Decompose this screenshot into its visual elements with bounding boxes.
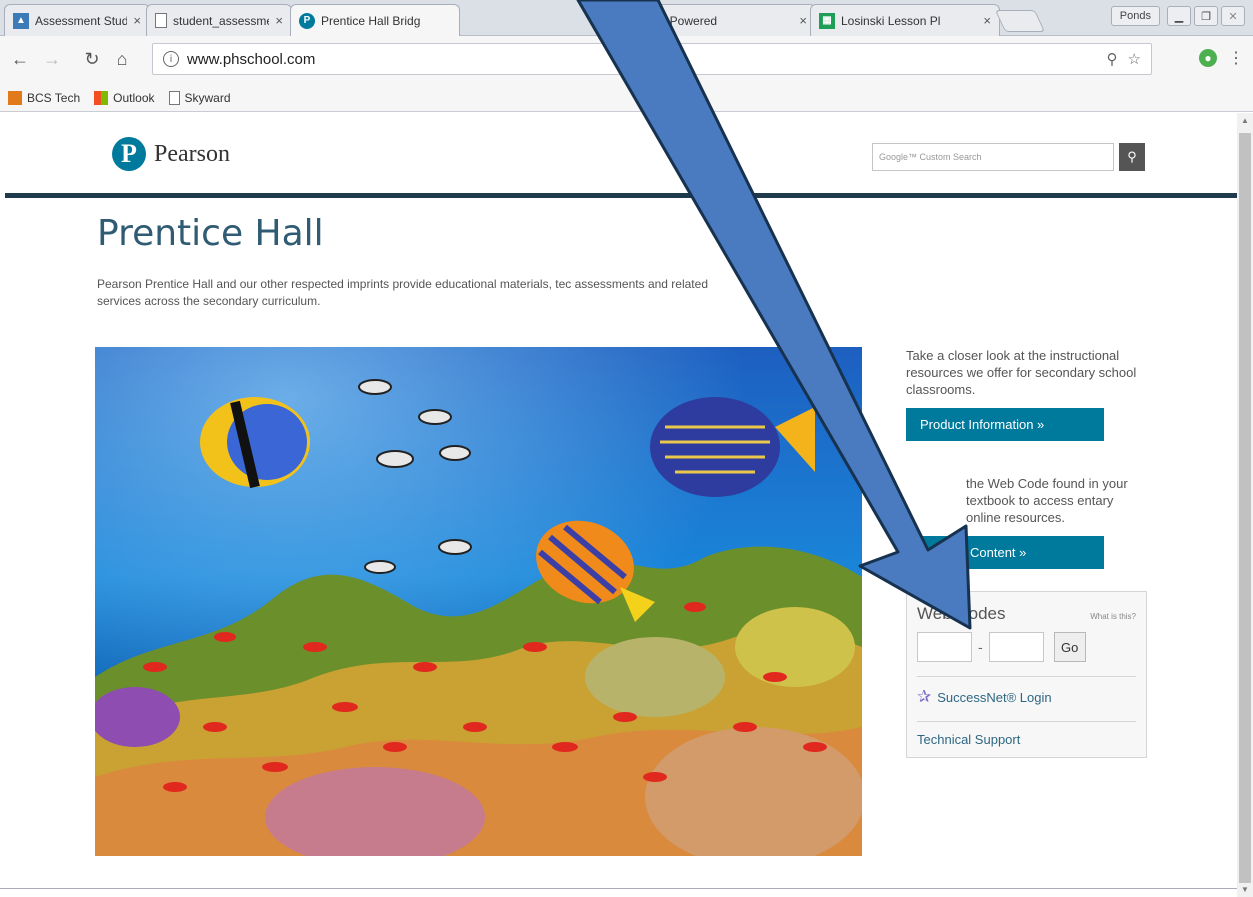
promo-text: Take a closer look at the instructional … xyxy=(906,348,1137,397)
hero-image xyxy=(95,347,862,856)
scroll-down-icon[interactable]: ▼ xyxy=(1241,885,1249,894)
bookmark-label: Outlook xyxy=(113,90,155,105)
header-rule xyxy=(5,193,1237,198)
bookmark-bcs-tech[interactable]: BCS Tech xyxy=(8,90,81,105)
web-code-part2-input[interactable] xyxy=(988,632,1044,662)
sheets-tab-icon: ▦ xyxy=(819,12,835,29)
web-page: P Pearson Google™ Custom Search ⚲ Prenti… xyxy=(0,113,1237,897)
scrollbar-thumb[interactable] xyxy=(1239,133,1251,883)
tab-login[interactable]: gin - Powered × xyxy=(628,4,816,36)
address-bar[interactable]: i ⚲ ☆ xyxy=(152,43,1152,75)
divider xyxy=(917,721,1136,722)
page-bottom-line xyxy=(0,888,1237,889)
page-title: Prentice Hall xyxy=(97,213,324,254)
pearson-logo[interactable]: P Pearson xyxy=(112,137,230,171)
tab-prentice-hall[interactable]: P Prentice Hall Bridg xyxy=(290,4,460,36)
pearson-tab-icon: P xyxy=(299,12,315,29)
outlook-icon xyxy=(94,90,109,105)
close-icon[interactable]: × xyxy=(799,13,807,28)
back-icon[interactable]: ← xyxy=(8,47,32,71)
tab-label: Assessment Stude xyxy=(35,13,128,28)
close-window-icon[interactable]: ✕ xyxy=(1221,6,1245,26)
logo-text: Pearson xyxy=(154,140,230,167)
browser-toolbar: ← → ↻ ⌂ i ⚲ ☆ xyxy=(0,36,1253,84)
address-input[interactable] xyxy=(187,50,987,68)
tab-label: student_assessme xyxy=(173,13,270,28)
web-codes-title: Web Codes xyxy=(917,604,1006,623)
assessment-tab-icon: ▲ xyxy=(13,12,29,29)
dash-separator: - xyxy=(978,639,983,655)
reload-icon[interactable]: ↻ xyxy=(80,47,104,71)
forward-icon[interactable]: → xyxy=(40,47,64,71)
technical-support-link[interactable]: Technical Support xyxy=(917,732,1136,747)
go-button[interactable]: Go xyxy=(1053,632,1086,662)
tab-lesson-plan[interactable]: ▦ Losinski Lesson Pl × xyxy=(810,4,1000,36)
tab-label: Losinski Lesson Pl xyxy=(841,13,941,28)
tab-strip: ▲ Assessment Stude × student_assessme × … xyxy=(0,0,1253,36)
tab-student-assessment[interactable]: student_assessme × xyxy=(146,4,292,36)
zoom-icon[interactable]: ⚲ xyxy=(1107,50,1118,68)
product-information-button[interactable]: Product Information » xyxy=(906,408,1104,441)
sidebar: Take a closer look at the instructional … xyxy=(906,347,1147,758)
close-icon[interactable]: × xyxy=(983,13,991,28)
online-content-button[interactable]: Content » xyxy=(906,536,1104,569)
successnet-label: SuccessNet® Login xyxy=(937,689,1052,705)
profile-button[interactable]: Ponds xyxy=(1110,6,1160,26)
divider xyxy=(917,676,1136,677)
search-icon[interactable]: ⚲ xyxy=(1119,143,1145,171)
bcs-tech-icon xyxy=(8,90,22,105)
bookmark-outlook[interactable]: Outlook xyxy=(94,90,155,105)
webcode-text: the Web Code found in your textbook to a… xyxy=(966,476,1128,525)
bookmark-label: Skyward xyxy=(184,90,231,105)
page-icon xyxy=(168,90,180,105)
pearson-logo-icon: P xyxy=(112,137,146,171)
tab-label: gin - Powered xyxy=(643,13,718,28)
document-tab-icon xyxy=(155,13,167,28)
bookmark-star-icon[interactable]: ☆ xyxy=(1128,50,1141,68)
new-tab-button[interactable] xyxy=(994,10,1046,32)
home-icon[interactable]: ⌂ xyxy=(110,47,134,71)
minimize-icon[interactable]: ▁ xyxy=(1167,6,1191,26)
bookmark-label: BCS Tech xyxy=(27,90,81,105)
scroll-up-icon[interactable]: ▲ xyxy=(1241,116,1249,125)
page-description: Pearson Prentice Hall and our other resp… xyxy=(97,277,708,308)
what-is-this-link[interactable]: What is this? xyxy=(1090,612,1136,621)
site-search-input[interactable]: Google™ Custom Search xyxy=(872,143,1114,171)
tab-assessment[interactable]: ▲ Assessment Stude × xyxy=(4,4,150,36)
browser-window: ▲ Assessment Stude × student_assessme × … xyxy=(0,0,1253,897)
tab-label: Prentice Hall Bridg xyxy=(321,13,421,28)
page-scrollbar[interactable]: ▲ ▼ xyxy=(1237,113,1253,897)
successnet-star-icon: ✰ xyxy=(917,687,932,706)
close-icon[interactable]: × xyxy=(133,13,141,28)
bookmark-skyward[interactable]: Skyward xyxy=(168,90,231,105)
web-code-part1-input[interactable] xyxy=(917,632,972,662)
bookmarks-bar: BCS Tech Outlook Skyward xyxy=(0,84,1253,112)
restore-icon[interactable]: ❐ xyxy=(1194,6,1218,26)
menu-icon[interactable]: ⋮ xyxy=(1228,48,1244,68)
extension-icon[interactable]: ● xyxy=(1199,49,1217,67)
successnet-login-link[interactable]: ✰ SuccessNet® Login xyxy=(917,687,1136,707)
close-icon[interactable]: × xyxy=(275,13,283,28)
web-codes-box: Web Codes What is this? - Go ✰ SuccessNe… xyxy=(906,591,1147,758)
info-icon[interactable]: i xyxy=(163,51,179,67)
